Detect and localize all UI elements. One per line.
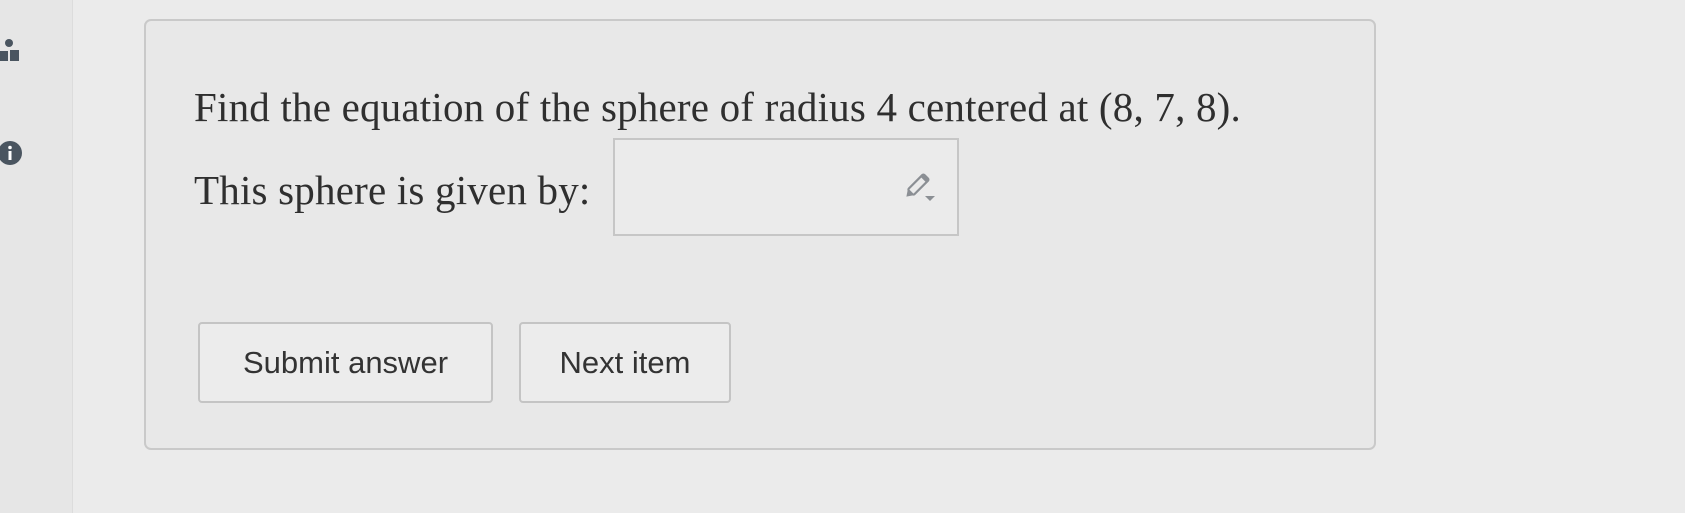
info-icon[interactable] — [0, 140, 26, 166]
answer-label: This sphere is given by: — [194, 167, 591, 213]
pencil-dropdown-icon[interactable] — [903, 170, 937, 204]
person-icon[interactable] — [0, 38, 26, 64]
left-rail — [0, 0, 73, 513]
next-item-button[interactable]: Next item — [519, 322, 731, 403]
answer-row: This sphere is given by: — [194, 138, 959, 236]
submit-answer-button[interactable]: Submit answer — [198, 322, 493, 403]
question-prompt: Find the equation of the sphere of radiu… — [194, 84, 1241, 130]
question-card: Find the equation of the sphere of radiu… — [144, 19, 1376, 450]
answer-input[interactable] — [612, 138, 959, 236]
